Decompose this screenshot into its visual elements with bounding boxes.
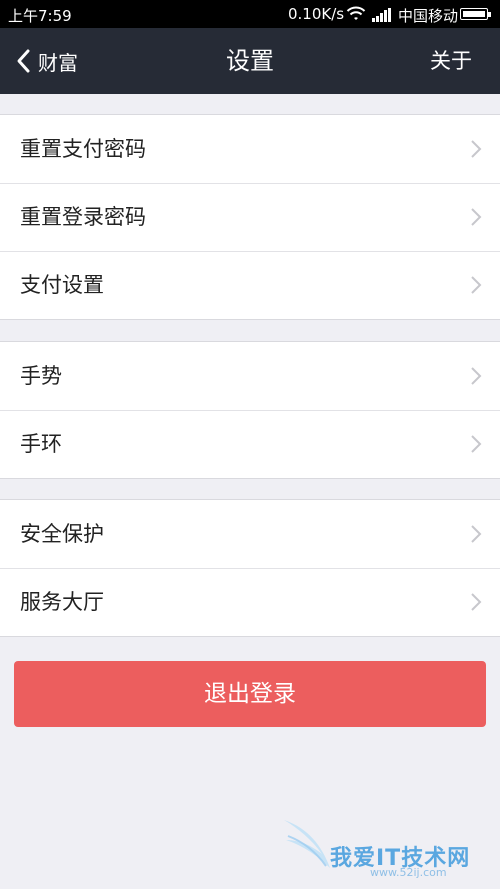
watermark-logo: 我爱IT技术网 www.52ij.com: [278, 806, 492, 884]
row-label: 重置支付密码: [20, 137, 146, 161]
chevron-right-icon: [471, 276, 482, 294]
gesture-row[interactable]: 手势: [0, 342, 500, 410]
settings-group-account: 重置支付密码 重置登录密码 支付设置: [0, 114, 500, 320]
signal-icon: [372, 8, 391, 22]
reset-pay-password-row[interactable]: 重置支付密码: [0, 115, 500, 183]
security-protection-row[interactable]: 安全保护: [0, 500, 500, 568]
reset-login-password-row[interactable]: 重置登录密码: [0, 183, 500, 251]
row-label: 服务大厅: [20, 590, 104, 614]
row-label: 重置登录密码: [20, 205, 146, 229]
chevron-right-icon: [471, 367, 482, 385]
chevron-right-icon: [471, 593, 482, 611]
chevron-left-icon: [17, 49, 30, 73]
about-button[interactable]: 关于: [430, 28, 472, 94]
row-label: 支付设置: [20, 273, 104, 297]
service-hall-row[interactable]: 服务大厅: [0, 568, 500, 636]
chevron-right-icon: [471, 208, 482, 226]
wristband-row[interactable]: 手环: [0, 410, 500, 478]
chevron-right-icon: [471, 435, 482, 453]
wifi-icon: [346, 6, 366, 20]
logout-button[interactable]: 退出登录: [14, 661, 486, 727]
back-button[interactable]: 财富: [14, 28, 78, 94]
status-bar: 上午7:59 0.10K/s 中国移动: [0, 0, 500, 28]
chevron-right-icon: [471, 140, 482, 158]
row-label: 安全保护: [20, 522, 104, 546]
payment-settings-row[interactable]: 支付设置: [0, 251, 500, 319]
carrier-name: 中国移动: [398, 7, 459, 25]
watermark-url: www.52ij.com: [370, 866, 447, 879]
nav-bar: 设置 财富 关于: [0, 28, 500, 94]
status-time: 上午7:59: [8, 7, 72, 25]
network-speed: 0.10K/s: [288, 5, 345, 23]
row-label: 手环: [20, 432, 62, 456]
row-label: 手势: [20, 364, 62, 388]
chevron-right-icon: [471, 525, 482, 543]
battery-icon: [460, 8, 491, 20]
settings-group-devices: 手势 手环: [0, 341, 500, 479]
back-label: 财富: [38, 50, 78, 75]
settings-group-security: 安全保护 服务大厅: [0, 499, 500, 637]
